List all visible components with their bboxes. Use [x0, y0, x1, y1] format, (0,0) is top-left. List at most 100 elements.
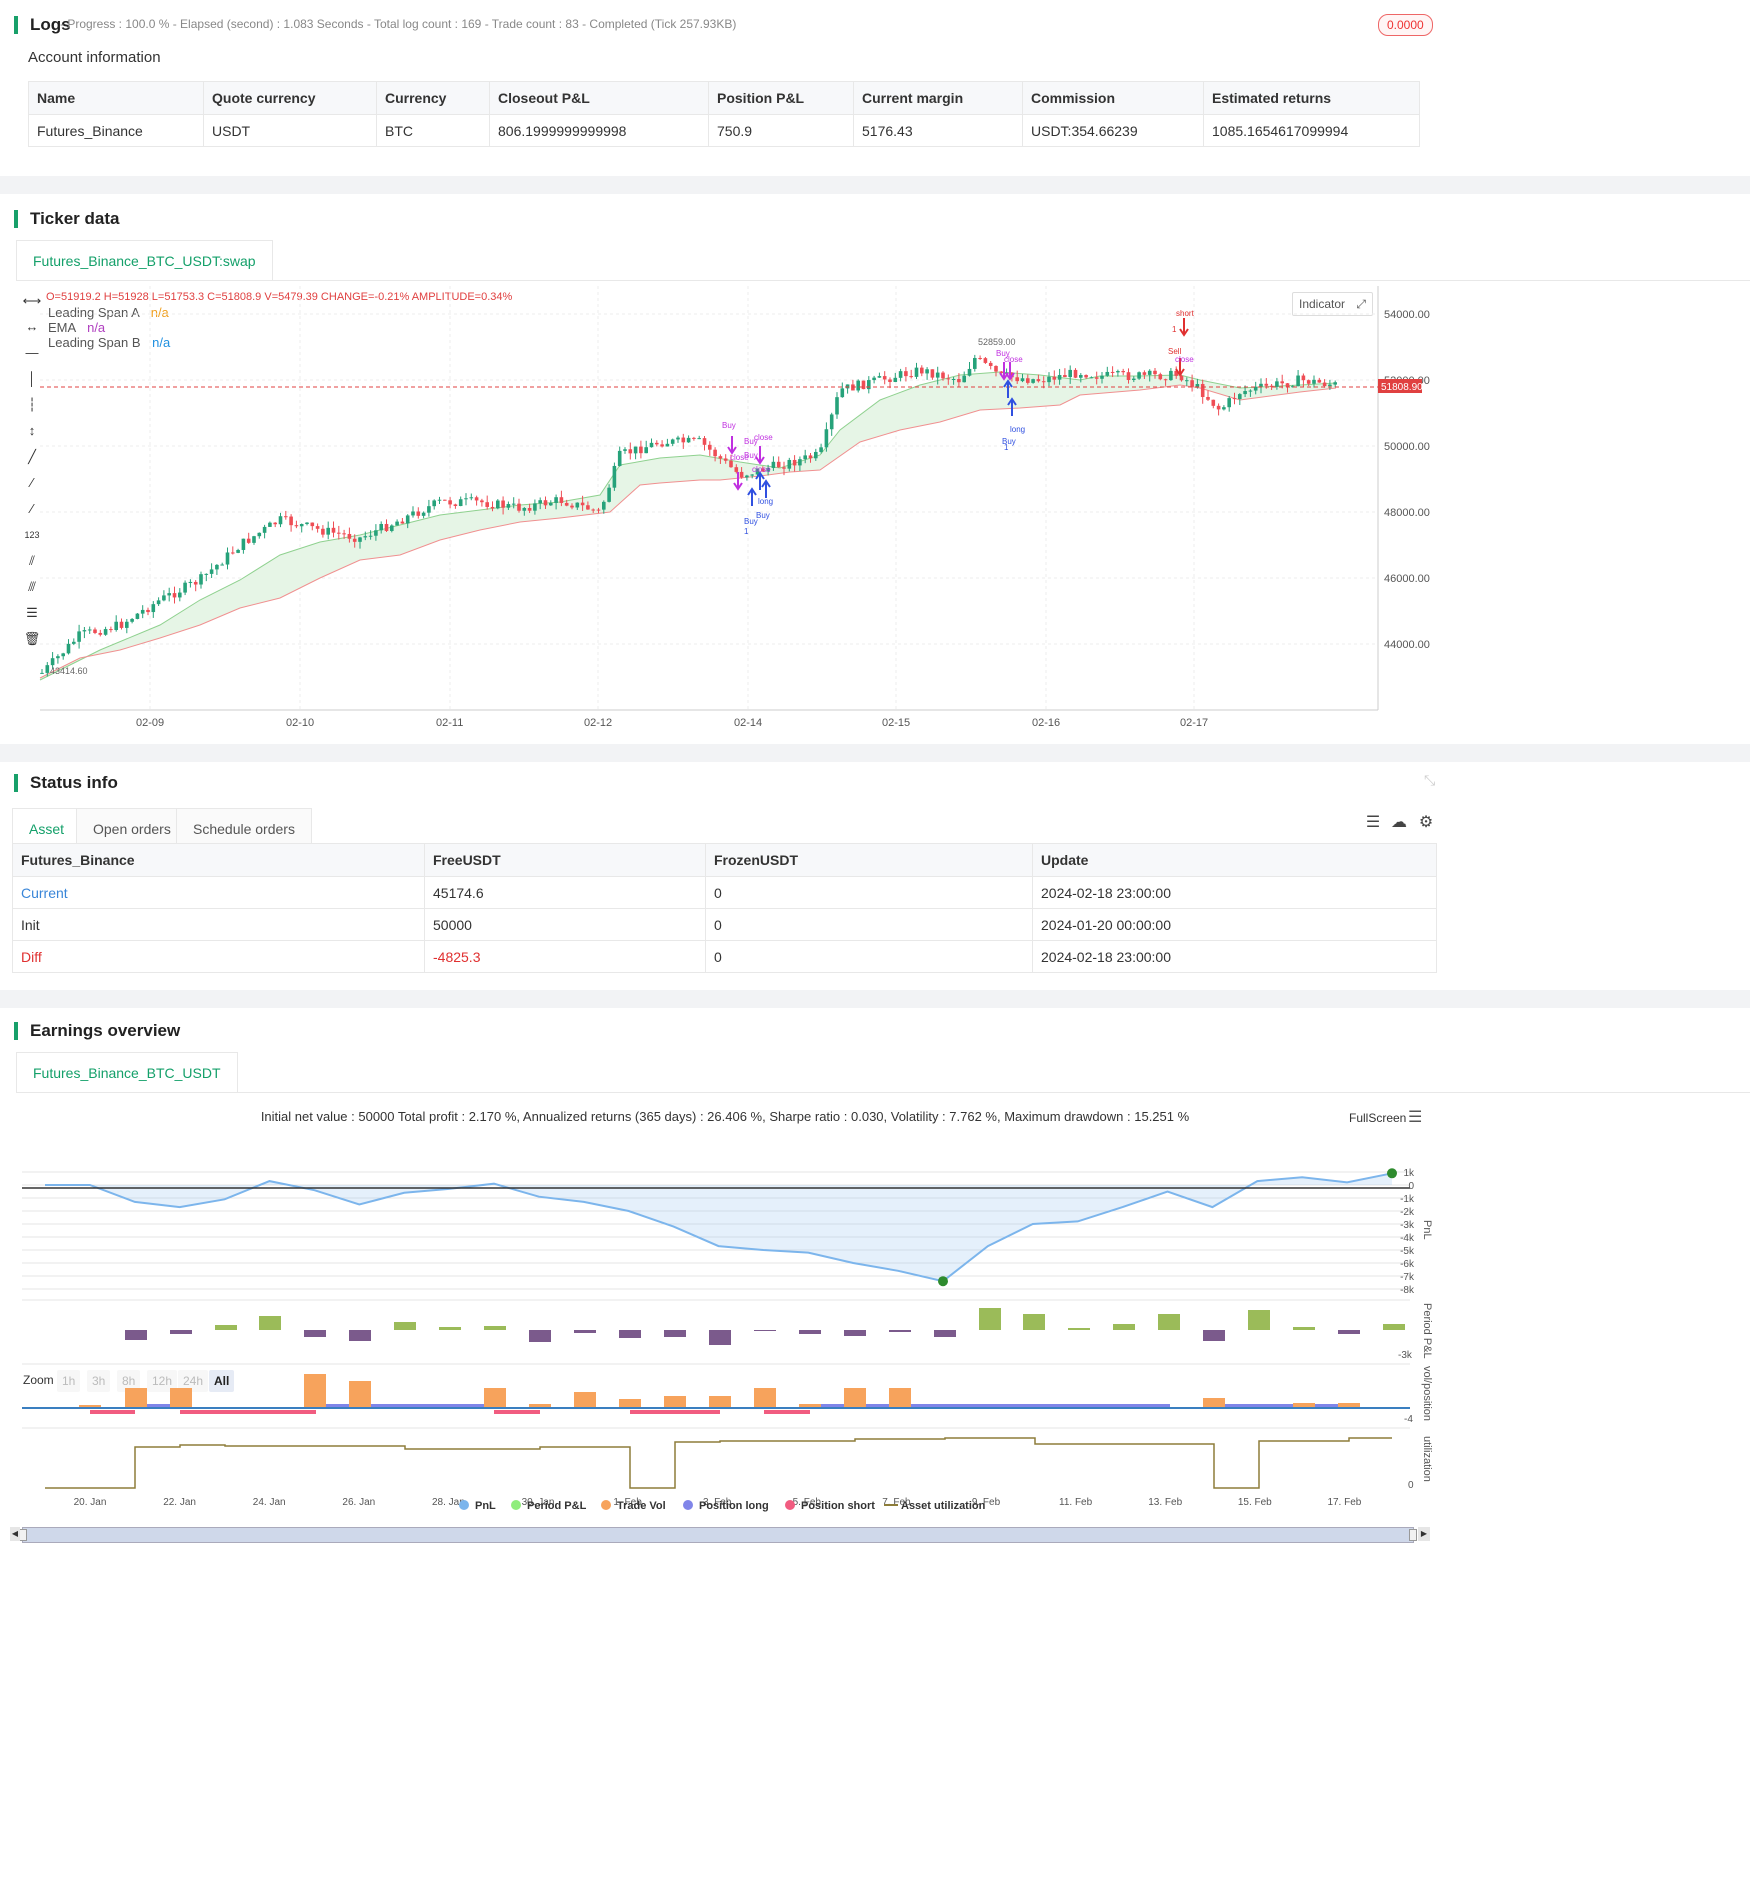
candle-body	[337, 532, 341, 534]
trade-marker-label: Buy	[744, 517, 758, 526]
menu-icon[interactable]: ☰	[1408, 1107, 1422, 1127]
candle-body	[1052, 376, 1057, 380]
candle-body	[342, 533, 346, 535]
candle-body	[549, 502, 553, 506]
candle-body	[665, 443, 670, 447]
candle-body	[1094, 377, 1099, 379]
pnl-y-label: 1k	[1403, 1168, 1415, 1179]
navigator-arrow-left[interactable]: ◀	[10, 1527, 20, 1541]
util-line	[45, 1437, 1392, 1489]
tab-underline	[16, 1092, 1750, 1093]
earn-x-label: 11. Feb	[1059, 1497, 1093, 1508]
ticker-section: Ticker data Futures_Binance_BTC_USDT:swa…	[0, 194, 1750, 744]
cloud-download-icon[interactable]: ☁	[1388, 812, 1410, 834]
x-label: 02-16	[1032, 717, 1060, 729]
candle-body	[114, 621, 118, 631]
tab-earnings-symbol[interactable]: Futures_Binance_BTC_USDT	[16, 1052, 238, 1093]
navigator-handle-left[interactable]	[19, 1529, 27, 1541]
candle-body	[1185, 380, 1189, 382]
candle-body	[686, 437, 691, 443]
pnl-axis-title: PnL	[1421, 1220, 1433, 1240]
candle-body	[40, 672, 44, 674]
earn-x-label: 20. Jan	[74, 1497, 107, 1508]
leading-span-a-line	[39, 371, 1337, 681]
candle-body	[204, 573, 209, 575]
candle-body	[1047, 376, 1051, 383]
candle-body	[358, 537, 362, 542]
trade-vol-bar	[619, 1399, 641, 1408]
candle-body	[1301, 375, 1306, 381]
navigator-handle-right[interactable]	[1409, 1529, 1417, 1541]
legend-label: Position short	[801, 1500, 875, 1512]
period-bar	[1023, 1314, 1045, 1330]
candle-body	[633, 446, 638, 454]
util-y-label: 0	[1408, 1480, 1414, 1491]
candle-body	[437, 499, 442, 501]
trade-marker-label: close	[754, 433, 773, 442]
candlestick-chart[interactable]: 52859.00 43414.60 short1SellcloseBuyclos…	[0, 280, 1750, 740]
pnl-max-dot	[1387, 1168, 1397, 1179]
candle-body	[162, 595, 166, 601]
candle-body	[347, 533, 352, 539]
candle-body	[983, 358, 988, 363]
candle-body	[262, 526, 267, 533]
candle-body	[967, 368, 972, 376]
asset-header: Update	[1032, 843, 1437, 877]
trade-vol-bar	[754, 1388, 776, 1408]
asset-row-label[interactable]: Current	[12, 876, 425, 909]
navigator[interactable]	[19, 1527, 1417, 1543]
fullscreen-button[interactable]: FullScreen	[1349, 1111, 1406, 1125]
candle-body	[1264, 383, 1269, 386]
candle-body	[957, 379, 961, 383]
candle-body	[1200, 384, 1205, 398]
period-bar	[844, 1330, 866, 1336]
account-cell: USDT	[203, 114, 377, 147]
candle-body	[511, 503, 516, 505]
candle-body	[527, 507, 532, 511]
gear-icon[interactable]: ⚙	[1415, 812, 1437, 834]
candle-body	[840, 388, 845, 398]
util-axis-title: utilization	[1421, 1436, 1433, 1482]
candle-body	[448, 500, 452, 505]
candle-body	[458, 499, 463, 507]
candle-body	[1312, 379, 1316, 384]
candle-body	[681, 437, 686, 443]
collapse-icon[interactable]: ⤡	[1424, 772, 1435, 789]
logs-badge: 0.0000	[1378, 14, 1433, 36]
asset-header: FrozenUSDT	[705, 843, 1033, 877]
candle-body	[930, 369, 935, 378]
earn-x-label: 17. Feb	[1327, 1497, 1361, 1508]
candle-body	[935, 372, 940, 378]
asset-table: Futures_Binance FreeUSDT FrozenUSDT Upda…	[12, 843, 1437, 973]
candle-body	[246, 538, 251, 543]
candle-body	[453, 504, 458, 507]
candle-body	[623, 449, 627, 451]
candle-body	[1243, 391, 1247, 395]
candle-body	[374, 530, 378, 536]
trade-vol-bar	[125, 1388, 147, 1408]
candles	[40, 354, 1337, 677]
status-section: Status info ⤡ Asset Open orders Schedule…	[0, 762, 1750, 990]
earn-legend: PnL Period P&L Trade Vol Position long Posit…	[459, 1500, 986, 1512]
trade-vol-bar	[484, 1388, 506, 1408]
earn-x-label: 24. Jan	[253, 1497, 286, 1508]
candle-body	[480, 500, 484, 503]
list-icon[interactable]: ☰	[1362, 812, 1384, 834]
candle-body	[660, 444, 664, 447]
earnings-chart[interactable]: 1k 0 -1k -2k -3k -4k -5k -6k -7k -8k PnL -3k Peri…	[0, 1160, 1750, 1560]
earn-x-label: 13. Feb	[1148, 1497, 1182, 1508]
earnings-summary: Initial net value : 50000 Total profit :…	[260, 1109, 1190, 1124]
x-label: 02-11	[436, 717, 463, 729]
status-title: Status info	[14, 774, 118, 792]
trade-marker-label: Buy	[722, 421, 736, 430]
candle-body	[1163, 379, 1168, 381]
trade-vol-bar	[170, 1388, 192, 1408]
period-bar	[1338, 1330, 1360, 1334]
candle-body	[151, 604, 156, 613]
navigator-arrow-right[interactable]: ▶	[1418, 1527, 1430, 1541]
tab-ticker-symbol[interactable]: Futures_Binance_BTC_USDT:swap	[16, 240, 273, 281]
candle-body	[368, 535, 373, 537]
trade-marker-label: Buy	[744, 451, 758, 460]
candle-body	[861, 380, 866, 390]
candle-body	[904, 371, 908, 377]
